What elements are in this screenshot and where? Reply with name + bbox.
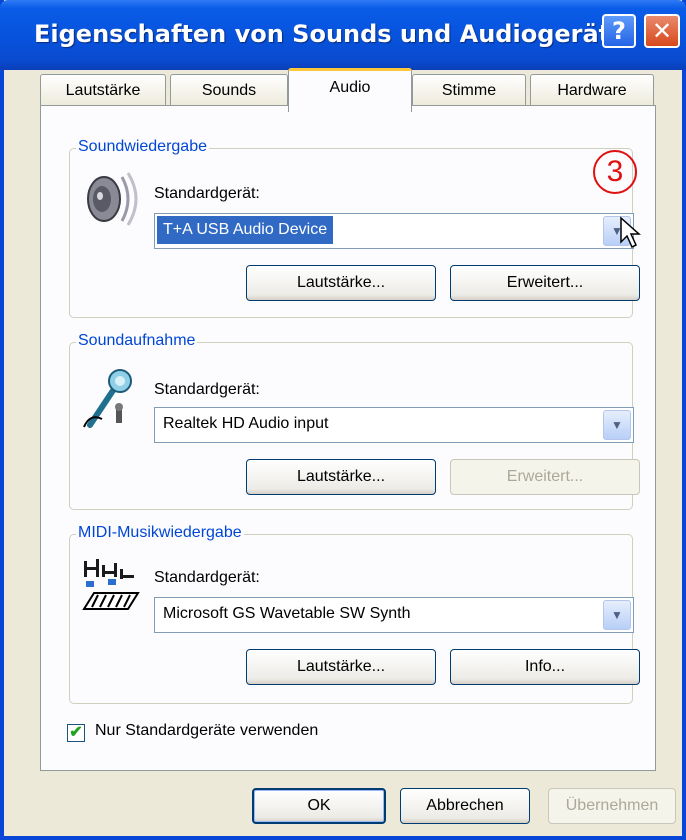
chevron-down-icon[interactable]: ▼ <box>603 600 631 630</box>
cursor-arrow-icon <box>620 216 641 249</box>
ok-button[interactable]: OK <box>252 788 386 824</box>
midi-group: MIDI-Musikwiedergabe Standardgerät: Micr… <box>69 524 640 704</box>
playback-advanced-button[interactable]: Erweitert... <box>450 265 640 301</box>
playback-group: Soundwiedergabe Standardgerät: T+A USB A… <box>69 138 640 318</box>
title-bar[interactable]: Eigenschaften von Sounds und Audiogeräte… <box>0 0 686 70</box>
recording-group: Soundaufnahme Standardgerät: Realtek HD … <box>69 332 640 510</box>
recording-volume-button[interactable]: Lautstärke... <box>246 459 436 495</box>
playback-device-label: Standardgerät: <box>154 185 260 202</box>
apply-button: Übernehmen <box>548 788 676 824</box>
tab-audio[interactable]: Audio <box>288 68 412 112</box>
step-marker-3: 3 <box>593 150 637 194</box>
tab-panel-audio: Soundwiedergabe Standardgerät: T+A USB A… <box>40 105 656 771</box>
recording-device-label: Standardgerät: <box>154 381 260 398</box>
microphone-icon <box>83 369 132 428</box>
midi-info-button[interactable]: Info... <box>450 649 640 685</box>
tab-stimme[interactable]: Stimme <box>412 74 526 108</box>
tab-lautstaerke[interactable]: Lautstärke <box>40 74 166 108</box>
tab-sounds[interactable]: Sounds <box>170 74 288 108</box>
dialog-window: Eigenschaften von Sounds und Audiogeräte… <box>0 0 686 840</box>
recording-advanced-button: Erweitert... <box>450 459 640 495</box>
recording-legend: Soundaufnahme <box>76 332 198 350</box>
midi-device-value: Microsoft GS Wavetable SW Synth <box>163 605 411 622</box>
default-devices-checkbox[interactable]: ✔ <box>67 724 85 742</box>
playback-device-select[interactable]: T+A USB Audio Device ▼ <box>154 213 634 249</box>
window-title: Eigenschaften von Sounds und Audiogeräte <box>34 20 627 48</box>
help-button[interactable]: ? <box>602 14 636 48</box>
cancel-button[interactable]: Abbrechen <box>400 788 530 824</box>
close-button[interactable]: ✕ <box>644 14 680 48</box>
tab-hardware[interactable]: Hardware <box>530 74 654 108</box>
default-devices-checkbox-label[interactable]: Nur Standardgeräte verwenden <box>95 722 318 740</box>
recording-device-value: Realtek HD Audio input <box>163 415 329 432</box>
playback-device-value: T+A USB Audio Device <box>155 215 335 245</box>
midi-legend: MIDI-Musikwiedergabe <box>76 524 244 542</box>
chevron-down-icon[interactable]: ▼ <box>603 410 631 440</box>
midi-volume-button[interactable]: Lautstärke... <box>246 649 436 685</box>
midi-device-select[interactable]: Microsoft GS Wavetable SW Synth ▼ <box>154 597 634 633</box>
recording-device-select[interactable]: Realtek HD Audio input ▼ <box>154 407 634 443</box>
playback-legend: Soundwiedergabe <box>76 138 209 156</box>
playback-volume-button[interactable]: Lautstärke... <box>246 265 436 301</box>
midi-keyboard-icon <box>82 559 140 610</box>
speaker-icon <box>87 172 138 226</box>
midi-device-label: Standardgerät: <box>154 569 260 586</box>
